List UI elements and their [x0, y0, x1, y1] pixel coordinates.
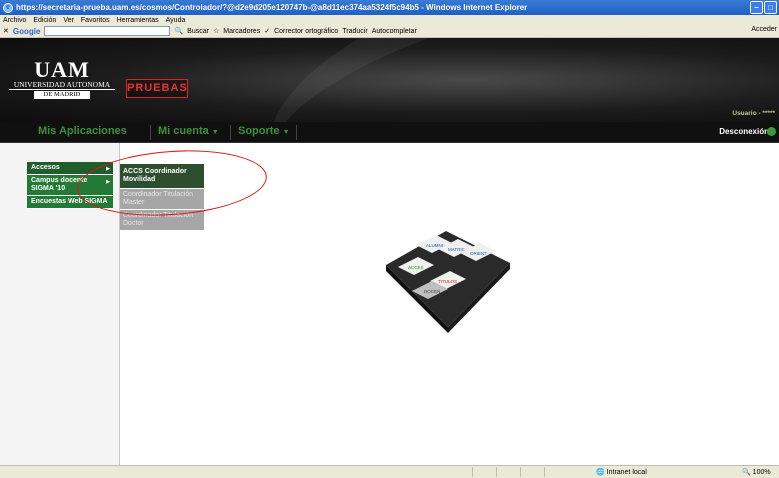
status-bar: 🌐 Intranet local 🔍 100% [0, 465, 779, 478]
puzzle-label: ORIENT [470, 251, 487, 256]
spellcheck-icon[interactable]: ✓ [264, 27, 270, 35]
chevron-down-icon: ▼ [282, 129, 290, 136]
uam-logo[interactable]: UAM UNIVERSIDAD AUTONOMA DE MADRID [9, 57, 115, 102]
logout-link[interactable]: Desconexión [719, 127, 769, 136]
user-label: Usuario - ***** [732, 110, 775, 117]
chevron-down-icon: ▼ [211, 129, 219, 136]
puzzle-label: MATRIC [448, 247, 466, 252]
zoom-level: 100% [752, 469, 771, 476]
google-search-input[interactable] [44, 26, 171, 36]
traducir-button[interactable]: Traducir [342, 28, 367, 35]
nav-mi-cuenta-label: Mi cuenta [158, 125, 209, 137]
status-cells [472, 467, 568, 477]
title-bar: e https://secretaria-prueba.uam.es/cosmo… [0, 0, 779, 15]
menu-bar: Archivo Edición Ver Favoritos Herramient… [0, 15, 779, 25]
puzzle-logo: ALUMNI MATRIC ORIENT ACCES TITULOS DOCEN [386, 231, 510, 333]
google-toolbar: ✕ Google 🔍 Buscar ☆ Marcadores ✓ Correct… [0, 25, 779, 38]
header-swoosh [239, 38, 701, 122]
menu-favoritos[interactable]: Favoritos [81, 17, 110, 24]
menu-edicion[interactable]: Edición [33, 17, 56, 24]
environment-badge: PRUEBAS [126, 79, 188, 98]
menu-herramientas[interactable]: Herramientas [117, 17, 159, 24]
puzzle-label: TITULOS [438, 279, 457, 284]
bookmark-star-icon[interactable]: ☆ [213, 27, 219, 35]
maximize-button[interactable]: □ [764, 1, 777, 14]
zoom-control[interactable]: 🔍 100% [742, 468, 771, 476]
zone-label: Intranet local [606, 469, 647, 476]
main-nav: Mis Aplicaciones Mi cuenta ▼ Soporte ▼ D… [0, 122, 779, 143]
minimize-button[interactable]: – [750, 1, 763, 14]
menu-ayuda[interactable]: Ayuda [166, 17, 186, 24]
uam-header: UAM UNIVERSIDAD AUTONOMA DE MADRID PRUEB… [0, 38, 779, 122]
zoom-icon: 🔍 [742, 469, 751, 476]
corrector-button[interactable]: Corrector ortográfico [274, 28, 338, 35]
logo-mark: UAM [34, 57, 90, 82]
nav-divider [150, 125, 151, 140]
nav-divider [230, 125, 231, 140]
status-cell [520, 467, 544, 477]
menu-archivo[interactable]: Archivo [3, 17, 26, 24]
autocompletar-button[interactable]: Autocompletar [372, 28, 417, 35]
logo-name: UNIVERSIDAD AUTONOMA [9, 80, 115, 90]
status-cell [472, 467, 496, 477]
main-content: Accesos ▶ Campus docente SIGMA '10 ▶ Enc… [0, 143, 779, 465]
status-cell [544, 467, 568, 477]
window-title: https://secretaria-prueba.uam.es/cosmos/… [16, 3, 528, 12]
acceder-link[interactable]: Acceder [751, 26, 777, 33]
nav-soporte[interactable]: Soporte ▼ [238, 125, 290, 137]
globe-icon: 🌐 [596, 469, 605, 476]
security-zone[interactable]: 🌐 Intranet local [596, 468, 647, 476]
buscar-button[interactable]: Buscar [187, 28, 209, 35]
search-icon[interactable]: 🔍 [174, 27, 183, 35]
nav-mi-cuenta[interactable]: Mi cuenta ▼ [158, 125, 219, 137]
status-cell [496, 467, 520, 477]
nav-divider [296, 125, 297, 140]
menu-ver[interactable]: Ver [63, 17, 74, 24]
nav-mis-aplicaciones[interactable]: Mis Aplicaciones [38, 125, 127, 137]
power-icon[interactable] [767, 127, 776, 136]
nav-soporte-label: Soporte [238, 125, 280, 137]
logo-city: DE MADRID [34, 91, 90, 99]
google-logo: Google [12, 26, 41, 36]
ie-icon: e [3, 2, 13, 13]
browser-window: e https://secretaria-prueba.uam.es/cosmo… [0, 0, 779, 478]
side-item-label: Accesos [31, 164, 60, 171]
close-toolbar-icon[interactable]: ✕ [3, 27, 9, 35]
puzzle-label: ACCES [408, 265, 424, 270]
puzzle-label: ALUMNI [426, 243, 443, 248]
puzzle-label: DOCEN [424, 289, 440, 294]
marcadores-button[interactable]: Marcadores [223, 28, 260, 35]
